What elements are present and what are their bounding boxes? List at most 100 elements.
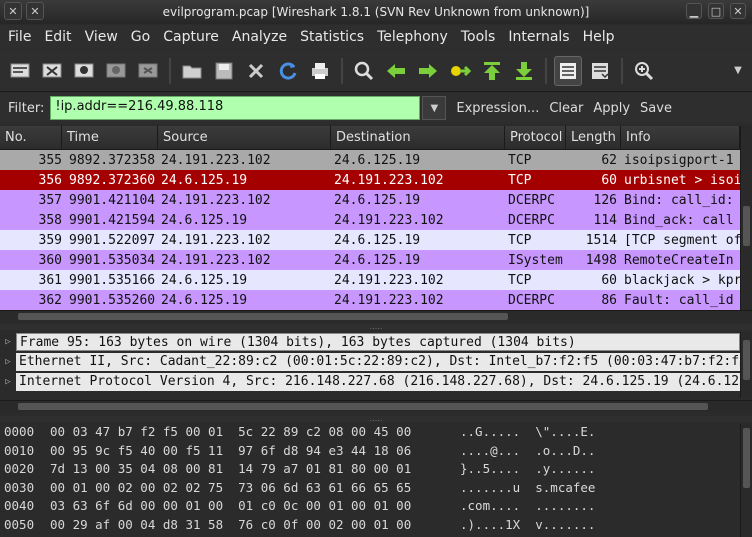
packet-row[interactable]: 360 9901.535034 24.191.223.102 24.6.125.19 I…: [0, 250, 740, 270]
go-forward-icon[interactable]: [414, 56, 442, 86]
expression-button[interactable]: Expression...: [456, 101, 539, 116]
go-back-icon[interactable]: [382, 56, 410, 86]
column-source[interactable]: Source: [158, 126, 331, 149]
packet-cell-time: 9901.421104: [69, 192, 156, 208]
menu-telephony[interactable]: Telephony: [377, 29, 448, 45]
close-icon[interactable]: ✕: [730, 3, 746, 19]
expand-arrow-icon[interactable]: ▷: [0, 337, 16, 347]
packet-cell-proto: ISystem: [508, 252, 563, 268]
window-menu-icon[interactable]: ✕: [4, 2, 22, 20]
close-file-icon[interactable]: [242, 56, 270, 86]
column-no[interactable]: No.: [0, 126, 62, 149]
interfaces-icon[interactable]: [6, 56, 34, 86]
menu-internals[interactable]: Internals: [508, 29, 569, 45]
detail-row-ethernet[interactable]: ▷ Ethernet II, Src: Cadant_22:89:c2 (00:0…: [0, 352, 740, 372]
packet-row[interactable]: 362 9901.535260 24.6.125.19 24.191.223.102 D…: [0, 290, 740, 310]
scroll-thumb[interactable]: [743, 206, 750, 246]
packet-row[interactable]: 358 9901.421594 24.6.125.19 24.191.223.102 D…: [0, 210, 740, 230]
packet-row[interactable]: 355 9892.372358 24.191.223.102 24.6.125.19 T…: [0, 150, 740, 170]
scroll-thumb[interactable]: [743, 428, 750, 488]
packet-cell-info: Bind_ack: call: [624, 212, 734, 228]
details-vscroll[interactable]: [740, 332, 752, 398]
column-length[interactable]: Length: [566, 126, 621, 149]
packet-cell-len: 62: [601, 152, 617, 168]
detail-row-ip[interactable]: ▷ Internet Protocol Version 4, Src: 216.1…: [0, 372, 740, 392]
packet-cell-no: 358: [38, 212, 62, 228]
pane-splitter[interactable]: .....: [0, 415, 752, 423]
packet-cell-dst: 24.191.223.102: [334, 172, 444, 188]
column-protocol[interactable]: Protocol: [505, 126, 566, 149]
window-title: evilprogram.pcap [Wireshark 1.8.1 (SVN R…: [162, 5, 590, 19]
packet-row[interactable]: 361 9901.535166 24.6.125.19 24.191.223.102 T…: [0, 270, 740, 290]
column-time[interactable]: Time: [62, 126, 158, 149]
toolbar-separator: [169, 57, 171, 84]
reload-icon[interactable]: [274, 56, 302, 86]
menu-edit[interactable]: Edit: [44, 29, 71, 45]
packet-cell-info: isoipsigport-1: [624, 152, 734, 168]
packet-row[interactable]: 356 9892.372360 24.6.125.19 24.191.223.102 T…: [0, 170, 740, 190]
bytes-row[interactable]: 0030 00 01 00 02 00 02 02 75 73 06 6d 63 …: [0, 480, 740, 499]
toolbar-overflow-icon[interactable]: ▼: [724, 56, 752, 86]
expand-arrow-icon[interactable]: ▷: [0, 357, 16, 367]
packet-list-vscroll[interactable]: [740, 126, 752, 310]
bytes-row[interactable]: 0010 00 95 9c f5 40 00 f5 11 97 6f d8 94 …: [0, 443, 740, 462]
menu-statistics[interactable]: Statistics: [300, 29, 364, 45]
detail-row-frame[interactable]: ▷ Frame 95: 163 bytes on wire (1304 bits)…: [0, 332, 740, 352]
menu-help[interactable]: Help: [583, 29, 615, 45]
capture-options-icon[interactable]: [38, 56, 66, 86]
zoom-in-icon[interactable]: [630, 56, 658, 86]
packet-cell-src: 24.6.125.19: [161, 292, 248, 308]
maximize-icon[interactable]: □: [708, 3, 724, 19]
first-packet-icon[interactable]: [478, 56, 506, 86]
stop-capture-icon[interactable]: [102, 56, 130, 86]
auto-scroll-icon[interactable]: [586, 56, 614, 86]
column-destination[interactable]: Destination: [331, 126, 505, 149]
print-icon[interactable]: [306, 56, 334, 86]
scroll-thumb[interactable]: [743, 340, 750, 380]
menu-analyze[interactable]: Analyze: [232, 29, 287, 45]
packet-cell-no: 356: [38, 172, 62, 188]
packet-cell-time: 9901.535260: [69, 292, 156, 308]
bytes-row[interactable]: 0050 00 29 af 00 04 d8 31 58 76 c0 0f 00 …: [0, 517, 740, 536]
minimize-icon[interactable]: ▁: [686, 3, 702, 19]
scroll-thumb[interactable]: [18, 403, 708, 410]
bytes-row[interactable]: 0040 03 63 6f 6d 00 00 01 00 01 c0 0c 00 …: [0, 498, 740, 517]
open-icon[interactable]: [178, 56, 206, 86]
go-to-packet-icon[interactable]: [446, 56, 474, 86]
expand-arrow-icon[interactable]: ▷: [0, 377, 16, 387]
packet-list-hscroll[interactable]: [0, 310, 752, 322]
bytes-vscroll[interactable]: [740, 424, 752, 537]
column-info[interactable]: Info: [621, 126, 740, 149]
menu-file[interactable]: File: [8, 29, 31, 45]
scroll-thumb[interactable]: [18, 313, 508, 320]
bytes-row[interactable]: 0000 00 03 47 b7 f2 f5 00 01 5c 22 89 c2 …: [0, 424, 740, 443]
menu-view[interactable]: View: [85, 29, 118, 45]
packet-row[interactable]: 357 9901.421104 24.191.223.102 24.6.125.19 D…: [0, 190, 740, 210]
start-capture-icon[interactable]: [70, 56, 98, 86]
menu-go[interactable]: Go: [131, 29, 150, 45]
colorize-icon[interactable]: [554, 55, 582, 86]
find-icon[interactable]: [350, 56, 378, 86]
save-icon[interactable]: [210, 56, 238, 86]
menu-capture[interactable]: Capture: [163, 29, 219, 45]
packet-row[interactable]: 359 9901.522097 24.191.223.102 24.6.125.19 T…: [0, 230, 740, 250]
display-filter-input[interactable]: !ip.addr==216.49.88.118: [50, 96, 421, 120]
restart-capture-icon[interactable]: [134, 56, 162, 86]
bytes-row[interactable]: 0020 7d 13 00 35 04 08 00 81 14 79 a7 01 …: [0, 461, 740, 480]
toolbar-separator: [545, 57, 547, 84]
packet-cell-proto: DCERPC: [508, 292, 555, 308]
pane-splitter[interactable]: .....: [0, 323, 752, 331]
menu-tools[interactable]: Tools: [461, 29, 496, 45]
toolbar-separator: [341, 57, 343, 84]
details-hscroll[interactable]: [0, 400, 752, 412]
packet-cell-time: 9892.372358: [69, 152, 156, 168]
packet-cell-time: 9892.372360: [69, 172, 156, 188]
save-filter-button[interactable]: Save: [640, 101, 672, 116]
last-packet-icon[interactable]: [510, 56, 538, 86]
clear-button[interactable]: Clear: [549, 101, 583, 116]
apply-button[interactable]: Apply: [593, 101, 630, 116]
packet-cell-len: 60: [601, 172, 617, 188]
pin-icon[interactable]: ✕: [26, 2, 44, 20]
bytes-off: 0020: [4, 461, 35, 476]
filter-dropdown-icon[interactable]: ▼: [422, 96, 447, 120]
